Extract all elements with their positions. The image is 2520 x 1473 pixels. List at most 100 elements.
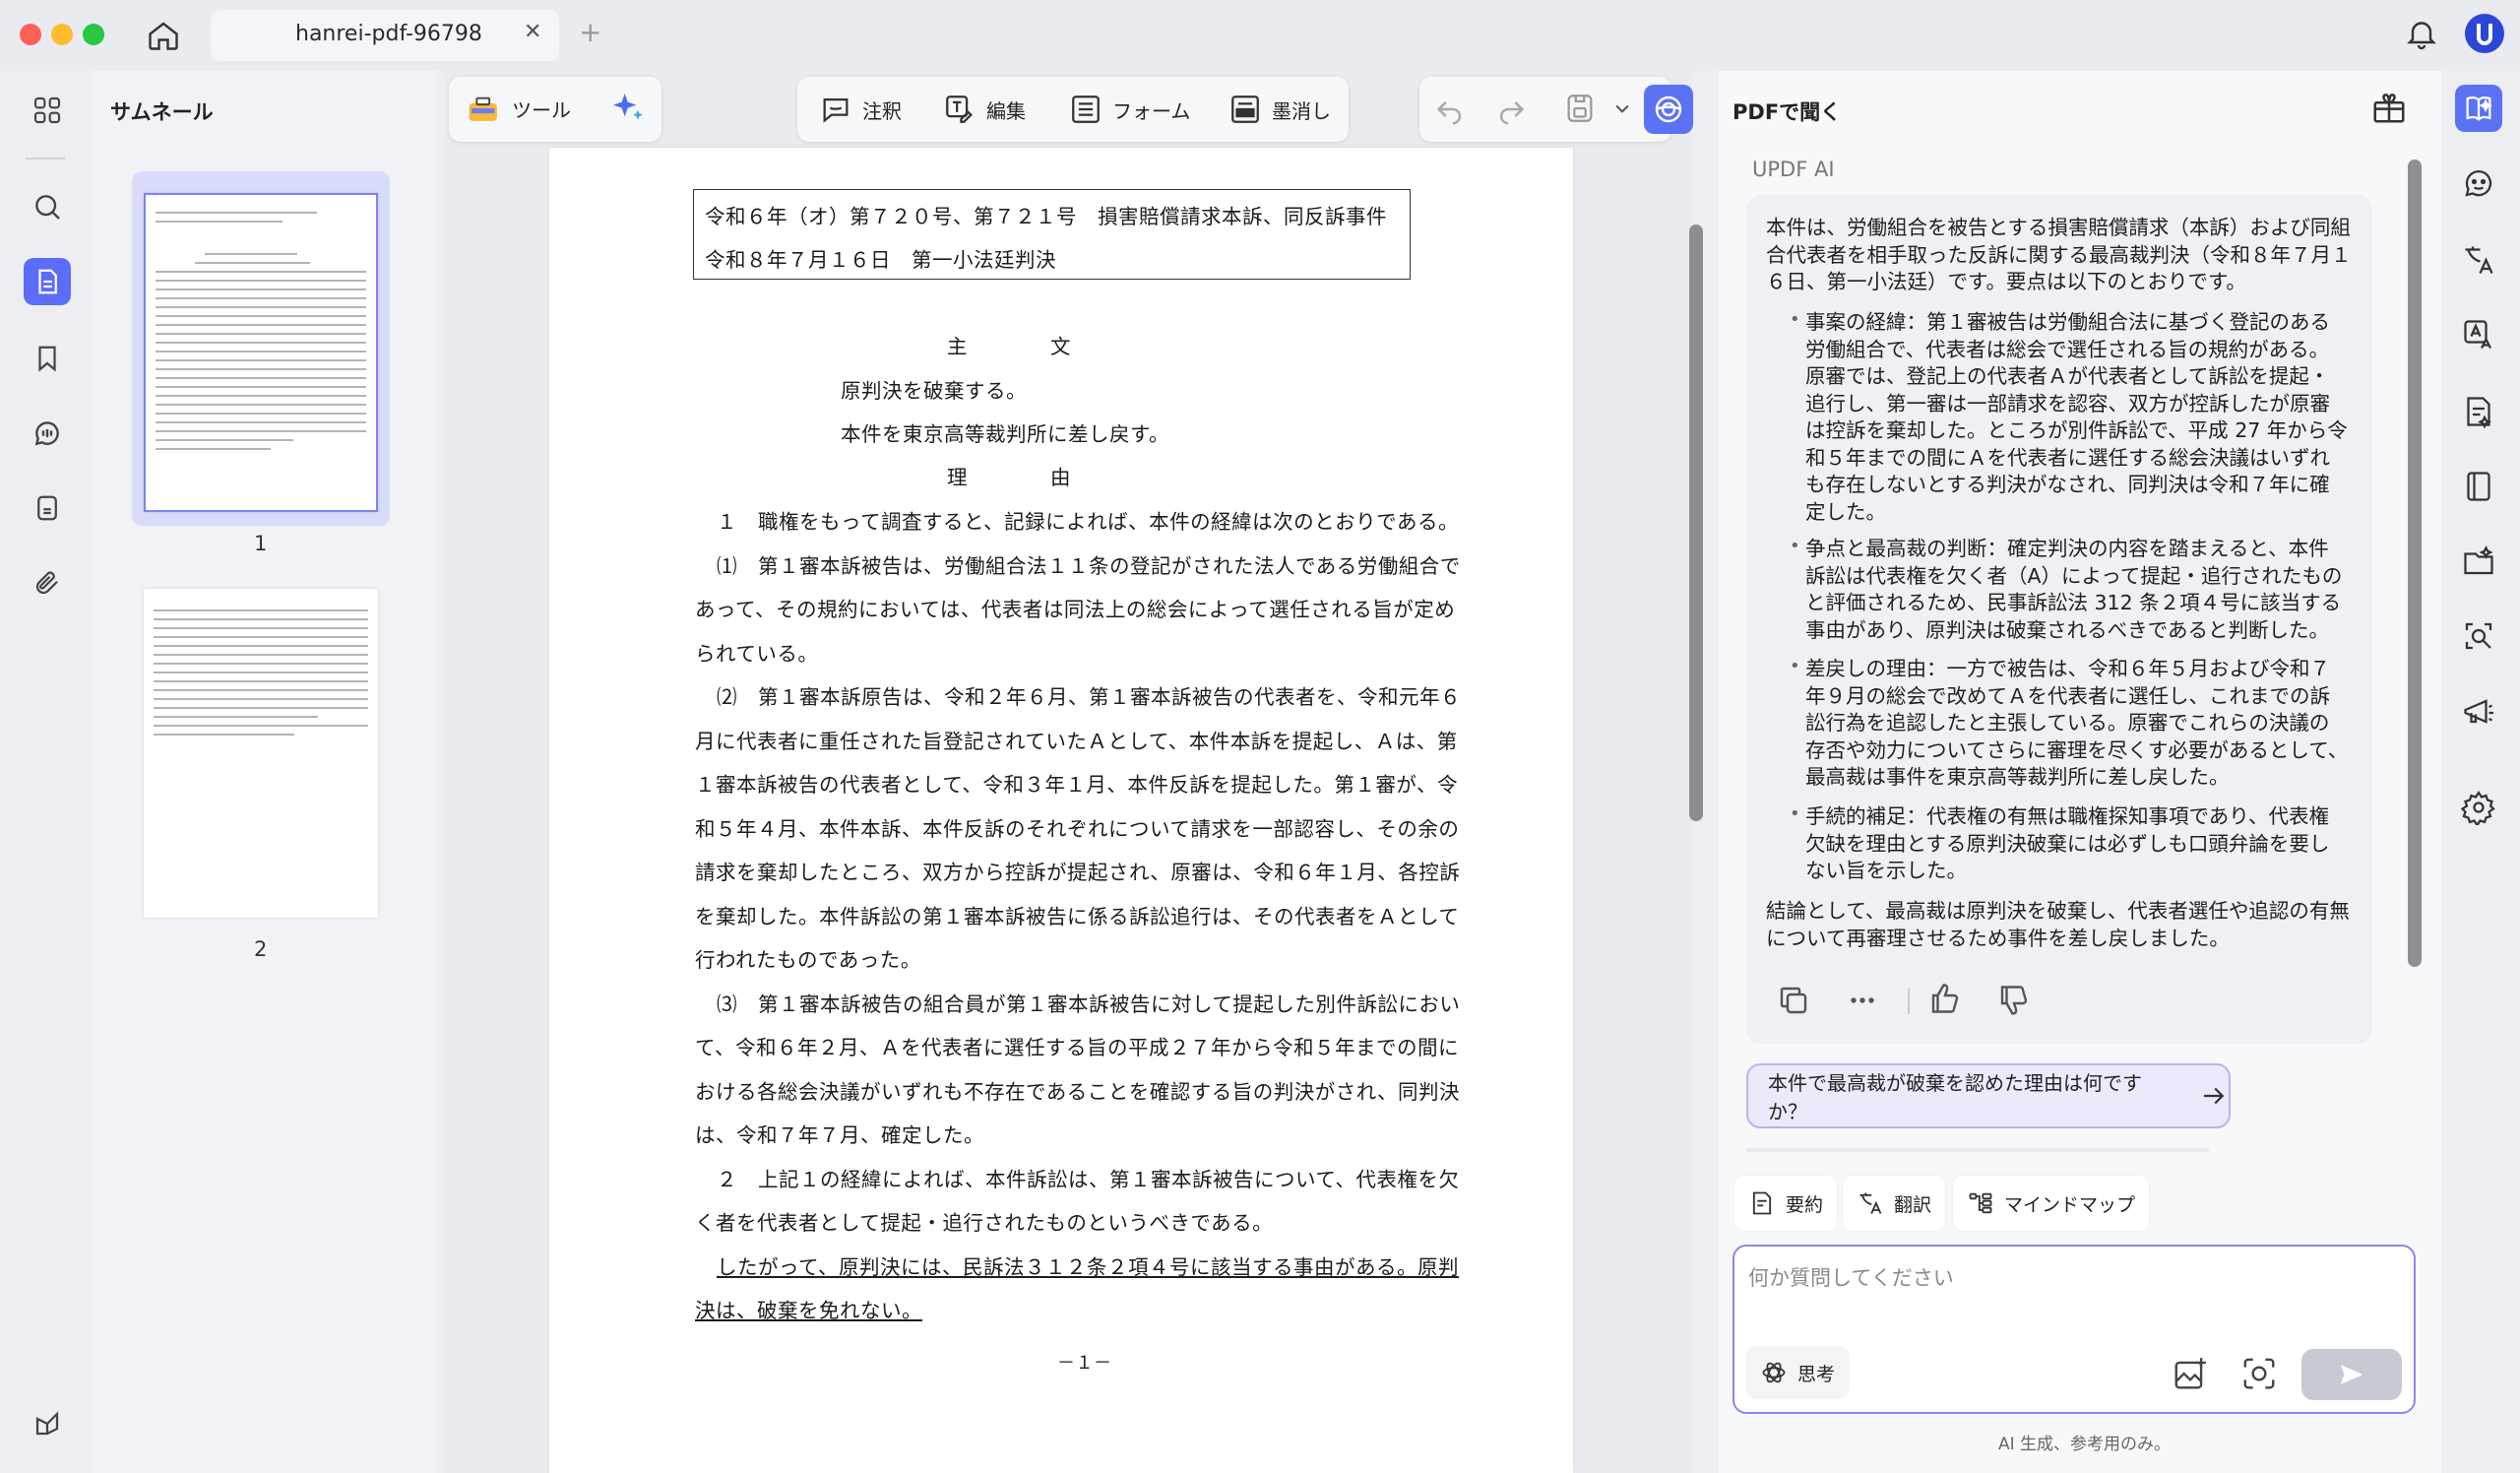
thumbnail-page-1[interactable] (144, 193, 378, 512)
case-title: 令和６年（オ）第７２０号、第７２１号 損害賠償請求本訴、同反訴事件 (705, 205, 1387, 228)
suggestion-stub (1746, 1148, 2209, 1152)
annotate-label: 注釈 (862, 98, 902, 123)
body-line: あって、その規約においては、代表者は同法上の総会によって選任される旨が定め (695, 598, 1456, 621)
body-line-underlined: したがって、原判決には、民訴法３１２条２項４号に該当する事由がある。原判 (717, 1255, 1459, 1279)
body-line: て、令和６年２月、Ａを代表者に選任する旨の平成２７年から令和５年までの間に (695, 1036, 1459, 1059)
form-button[interactable]: フォーム (1069, 93, 1190, 126)
copy-icon[interactable] (1776, 983, 1811, 1018)
attachment-icon[interactable] (28, 563, 67, 603)
send-button[interactable] (2301, 1349, 2402, 1400)
ai-chat-pdf-icon[interactable] (2455, 85, 2502, 132)
document-scrollbar-thumb[interactable] (1689, 224, 1703, 821)
ai-sender-label: UPDF AI (1752, 158, 1835, 181)
close-window-button[interactable] (20, 24, 41, 45)
suggested-question[interactable]: 本件で最高裁が破棄を認めた理由は何ですか？ (1746, 1063, 2231, 1128)
body-line: を棄却した。本件訴訟の第１審本訴被告に係る訴訟追行は、その代表者をＡとして (695, 905, 1460, 929)
ai-intro: 本件は、労働組合を被告とする損害賠償請求（本訴）および同組合代表者を相手取った反… (1766, 216, 2352, 293)
ai-bullet: 事案の経緯：第１審被告は労働組合法に基づく登記のある労働組合で、代表者は総会で選… (1805, 310, 2348, 524)
save-icon[interactable] (1563, 91, 1597, 126)
body-line: 和５年４月、本件本訴、本件反訴のそれぞれについて請求を一部認容し、その余の (695, 817, 1460, 841)
avatar[interactable] (2465, 14, 2504, 53)
screenshot-icon[interactable] (2240, 1355, 2278, 1392)
main-text-heading: 主 文 (947, 335, 1071, 358)
ai-panel-title: PDFで聞く (1732, 100, 1842, 124)
body-line: は、令和７年７月、確定した。 (695, 1123, 984, 1147)
comments-icon[interactable] (28, 414, 67, 453)
bookmark-icon[interactable] (28, 339, 67, 378)
ai-assistant-toggle[interactable] (1644, 85, 1693, 134)
body-line: ⑶ 第１審本訴被告の組合員が第１審本訴被告に対して提起した別件訴訟におい (717, 993, 1461, 1016)
home-icon[interactable] (146, 18, 181, 53)
translate-chip[interactable]: 翻訳 (1843, 1176, 1946, 1231)
thumbs-down-icon[interactable] (1996, 983, 2032, 1018)
form-label: フォーム (1112, 98, 1191, 123)
search-document-icon[interactable] (2455, 612, 2502, 660)
chat-input-placeholder: 何か質問してください (1748, 1266, 1954, 1290)
thumbs-up-icon[interactable] (1927, 981, 1963, 1016)
think-toggle[interactable]: 思考 (1746, 1347, 1850, 1398)
bullet-dot: • (1790, 656, 1800, 676)
bell-icon[interactable] (2404, 16, 2439, 51)
edit-button[interactable]: 編集 (943, 93, 1026, 126)
settings-icon[interactable] (2455, 784, 2502, 831)
toolbox-icon (467, 93, 502, 124)
ai-chat-icon[interactable] (2455, 160, 2502, 207)
body-line-underlined: 決は、破棄を免れない。 (695, 1299, 922, 1322)
ai-scrollbar-thumb[interactable] (2408, 160, 2422, 967)
redact-button[interactable]: 墨消し (1228, 93, 1331, 126)
redact-label: 墨消し (1272, 98, 1331, 123)
body-line: ２ 上記１の経緯によれば、本件訴訟は、第１審本訴被告について、代表権を欠 (717, 1168, 1460, 1191)
close-tab-icon[interactable]: ✕ (524, 20, 541, 44)
main-text-line: 原判決を破棄する。 (841, 379, 1027, 403)
undo-icon[interactable] (1433, 93, 1467, 126)
ai-bullet: 手続的補足：代表権の有無は職権探知事項であり、代表権欠缺を理由とする原判決破棄に… (1805, 804, 2330, 882)
redo-icon[interactable] (1494, 93, 1528, 126)
folder-ai-icon[interactable] (2455, 538, 2502, 585)
mindmap-chip-label: マインドマップ (2004, 1193, 2136, 1216)
document-ai-icon[interactable] (2455, 388, 2502, 435)
body-line: おける各総会決議がいずれも不存在であることを確認する旨の判決がされ、同判決 (695, 1080, 1460, 1104)
tools-button[interactable]: ツール (467, 93, 571, 124)
ai-conclusion: 結論として、最高裁は原判決を破棄し、代表者選任や追認の有無について再審理させるた… (1766, 899, 2350, 950)
summary-chip-label: 要約 (1786, 1193, 1824, 1216)
pages-icon[interactable] (24, 258, 71, 305)
translate-side-icon[interactable] (2455, 236, 2502, 284)
edit-label: 編集 (986, 98, 1026, 123)
search-icon[interactable] (28, 187, 67, 226)
annotate-button[interactable]: 注釈 (819, 93, 902, 126)
ocr-icon[interactable] (2455, 311, 2502, 358)
thumbnail-page-2-number: 2 (254, 937, 268, 961)
summary-icon (1748, 1189, 1776, 1217)
thumbnail-panel-title: サムネール (110, 100, 214, 124)
ai-sparkle-icon[interactable] (608, 89, 648, 128)
body-line: １ 職権をもって調査すると、記録によれば、本件の経緯は次のとおりである。 (717, 510, 1459, 534)
zoom-window-button[interactable] (83, 24, 104, 45)
minimize-window-button[interactable] (51, 24, 73, 45)
more-icon[interactable] (1845, 983, 1880, 1018)
ai-bullet: 差戻しの理由：一方で被告は、令和６年５月および令和７年９月の総会で改めてＡを代表… (1805, 657, 2349, 789)
mindmap-chip[interactable]: マインドマップ (1953, 1176, 2150, 1231)
chevron-down-icon[interactable] (1612, 98, 1632, 118)
redact-icon (1228, 93, 1262, 126)
presentation-icon[interactable] (2455, 689, 2502, 736)
body-line: 月に代表者に重任された旨登記されていたＡとして、本件本訴を提起し、Ａは、第 (695, 730, 1458, 753)
new-tab-button[interactable]: + (579, 16, 601, 48)
summary-chip[interactable]: 要約 (1734, 1176, 1838, 1231)
image-upload-icon[interactable] (2172, 1355, 2209, 1392)
mindmap-icon (1967, 1189, 1994, 1217)
edit-icon (943, 93, 976, 126)
tools-label: ツール (512, 97, 571, 122)
annotate-icon (819, 93, 852, 126)
reason-heading: 理 由 (947, 466, 1071, 489)
send-icon (2337, 1360, 2366, 1389)
document-outline-icon[interactable] (28, 488, 67, 528)
updf-logo-icon[interactable] (28, 1404, 67, 1443)
book-icon[interactable] (2455, 463, 2502, 510)
thumbnail-page-2[interactable] (144, 589, 378, 918)
ai-orb-icon (1651, 92, 1686, 127)
body-line: く者を代表者として提起・追行されたものというべきである。 (695, 1211, 1274, 1235)
gift-icon[interactable] (2370, 89, 2408, 126)
suggested-question-text: 本件で最高裁が破棄を認めた理由は何ですか？ (1768, 1071, 2142, 1123)
grid-icon[interactable] (28, 91, 67, 130)
body-line: ⑴ 第１審本訴被告は、労働組合法１１条の登記がされた法人である労働組合で (717, 554, 1461, 578)
